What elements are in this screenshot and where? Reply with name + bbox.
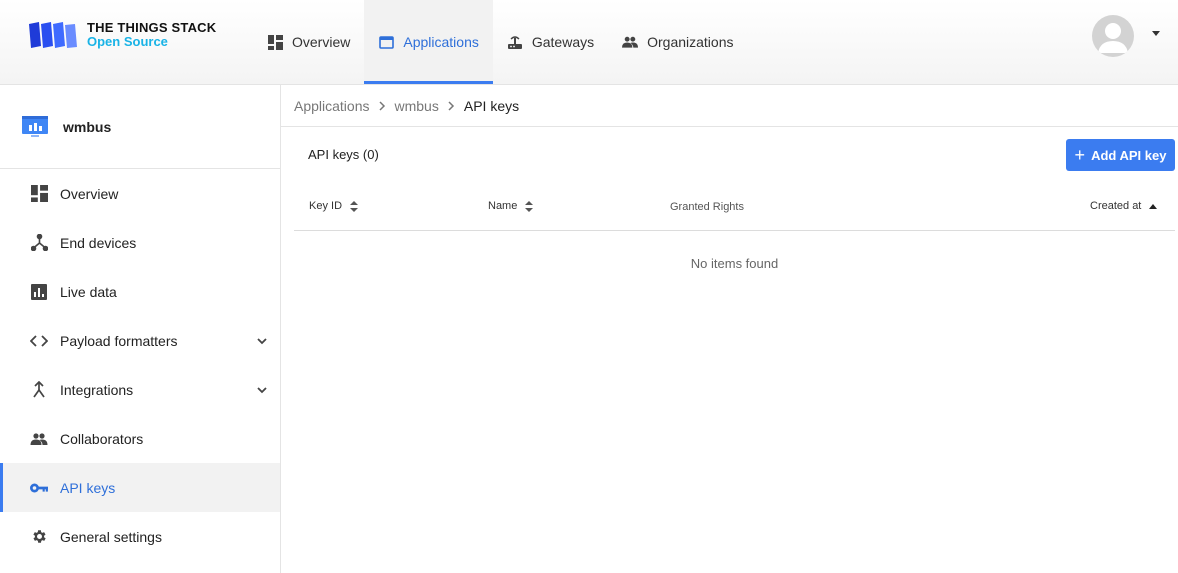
sidebar-app-name: wmbus: [63, 118, 112, 135]
logo-icon: [29, 22, 77, 48]
chevron-down-icon[interactable]: [1152, 31, 1160, 36]
sidebar-item-label: Integrations: [60, 381, 134, 398]
column-name[interactable]: Name: [488, 200, 534, 212]
sidebar-item-overview[interactable]: Overview: [0, 169, 280, 218]
sidebar-item-end-devices[interactable]: End devices: [0, 218, 280, 267]
chevron-down-icon[interactable]: [256, 384, 268, 396]
column-label: Granted Rights: [670, 201, 744, 213]
breadcrumb: Applications wmbus API keys: [281, 85, 1178, 127]
add-api-key-button[interactable]: + Add API key: [1066, 139, 1175, 171]
sidebar-item-api-keys[interactable]: API keys: [0, 463, 280, 512]
table-header: Key ID Name Granted Rights Created at: [294, 183, 1175, 231]
people-icon: [30, 430, 48, 448]
add-api-key-label: Add API key: [1091, 147, 1167, 163]
sidebar-item-general-settings[interactable]: General settings: [0, 512, 280, 561]
sidebar-item-live-data[interactable]: Live data: [0, 267, 280, 316]
sidebar-item-collaborators[interactable]: Collaborators: [0, 414, 280, 463]
application-monitor-icon: [22, 115, 48, 137]
sidebar-item-label: End devices: [60, 234, 137, 251]
merge-icon: [30, 381, 48, 399]
column-label: Key ID: [309, 200, 343, 212]
top-nav: Overview Applications Gateways Organizat…: [253, 0, 748, 84]
table-title: API keys (0): [308, 147, 379, 162]
logo-subtitle: Open Source: [87, 34, 168, 49]
chevron-down-icon[interactable]: [256, 335, 268, 347]
sidebar-item-label: General settings: [60, 528, 162, 545]
column-key-id[interactable]: Key ID: [309, 200, 359, 212]
sidebar-item-integrations[interactable]: Integrations: [0, 365, 280, 414]
topnav-applications[interactable]: Applications: [364, 0, 493, 84]
sidebar-app-header: wmbus: [0, 85, 280, 169]
top-header: THE THINGS STACK Open Source Overview Ap…: [0, 0, 1178, 85]
sort-icon: [525, 200, 534, 212]
application-icon: [378, 34, 394, 50]
chart-icon: [30, 283, 48, 301]
main-content: Applications wmbus API keys API keys (0)…: [281, 85, 1178, 573]
sidebar: wmbus Overview End devices Live data Pay…: [0, 85, 281, 573]
breadcrumb-wmbus[interactable]: wmbus: [395, 98, 439, 114]
table-toolbar: API keys (0) + Add API key: [281, 127, 1178, 183]
logo-title: THE THINGS STACK: [87, 20, 217, 35]
plus-icon: +: [1074, 145, 1086, 165]
dashboard-icon: [30, 185, 48, 203]
sort-ascending-icon: [1149, 203, 1158, 209]
sidebar-item-label: Collaborators: [60, 430, 144, 447]
topnav-gateways[interactable]: Gateways: [493, 0, 608, 84]
chevron-right-icon: [378, 100, 386, 111]
column-label: Name: [488, 200, 518, 212]
code-icon: [30, 332, 48, 350]
organization-icon: [622, 34, 639, 50]
column-created-at[interactable]: Created at: [1090, 200, 1158, 212]
user-avatar[interactable]: [1092, 15, 1134, 57]
topnav-overview[interactable]: Overview: [253, 0, 364, 84]
sort-icon: [350, 200, 359, 212]
empty-state-text: No items found: [690, 256, 779, 271]
topnav-organizations-label: Organizations: [647, 34, 734, 50]
topnav-organizations[interactable]: Organizations: [608, 0, 747, 84]
chevron-right-icon: [448, 100, 455, 111]
logo[interactable]: THE THINGS STACK Open Source: [27, 20, 216, 50]
column-granted-rights: Granted Rights: [670, 201, 744, 213]
sidebar-item-payload-formatters[interactable]: Payload formatters: [0, 316, 280, 365]
topnav-gateways-label: Gateways: [531, 34, 595, 50]
breadcrumb-api-keys: API keys: [463, 97, 520, 114]
topnav-overview-label: Overview: [292, 34, 351, 50]
sidebar-item-label: Overview: [60, 185, 119, 202]
key-icon: [30, 479, 48, 497]
sidebar-item-label: API keys: [60, 479, 116, 496]
breadcrumb-applications[interactable]: Applications: [294, 98, 370, 114]
gear-icon: [30, 528, 48, 546]
gateway-icon: [507, 34, 523, 50]
sidebar-item-label: Payload formatters: [60, 332, 178, 349]
column-label: Created at: [1090, 200, 1142, 212]
sidebar-item-label: Live data: [60, 283, 117, 300]
topnav-applications-label: Applications: [403, 34, 479, 50]
dashboard-icon: [267, 34, 283, 50]
devices-icon: [30, 234, 48, 252]
